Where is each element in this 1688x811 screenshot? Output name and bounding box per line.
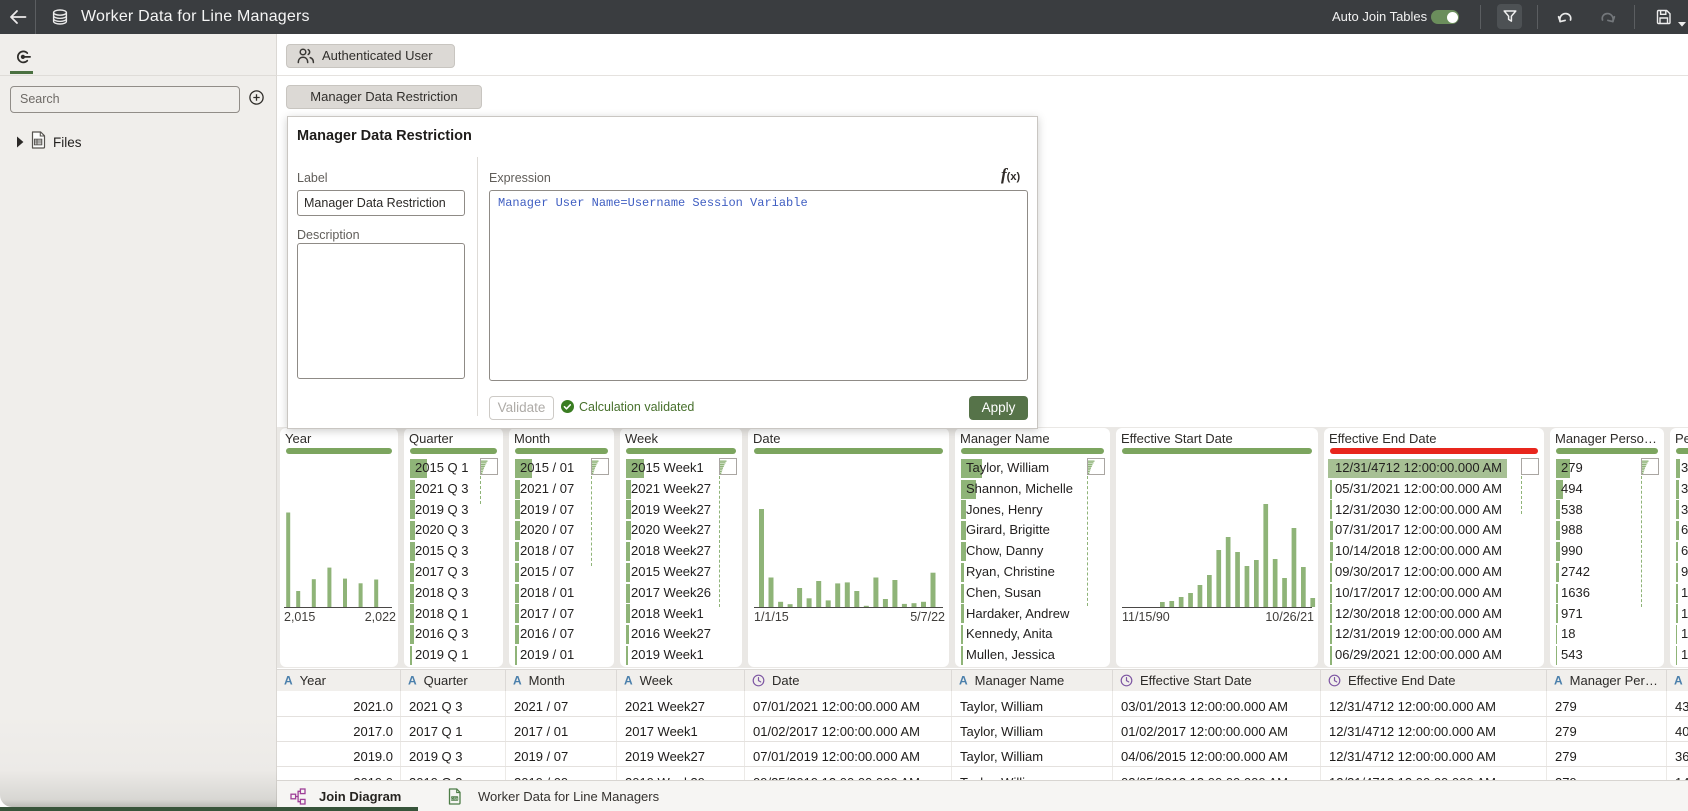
svg-text:2,022: 2,022 xyxy=(365,610,396,624)
svg-text:CSV: CSV xyxy=(451,797,459,801)
svg-text:5/7/22: 5/7/22 xyxy=(910,610,945,624)
svg-text:11/15/90: 11/15/90 xyxy=(1122,610,1170,624)
svg-text:10/26/21: 10/26/21 xyxy=(1265,610,1314,624)
svg-text:2,015: 2,015 xyxy=(284,610,315,624)
svg-text:1/1/15: 1/1/15 xyxy=(754,610,789,624)
